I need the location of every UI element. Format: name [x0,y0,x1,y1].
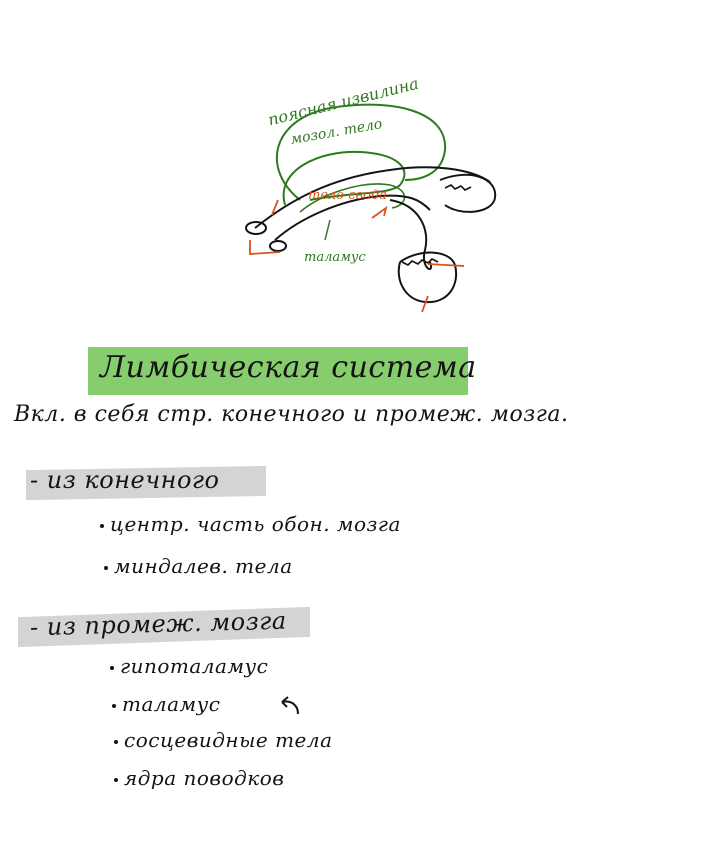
list-item-text: сосцевидные тела [124,728,333,752]
list-item-text: гипоталамус [120,654,269,678]
list-item: таламус [112,692,220,716]
list-item-text: миндалев. тела [114,554,293,578]
list-item-text: ядра поводков [124,766,285,790]
fornix-descending [389,199,433,271]
list-item: ядра поводков [114,766,284,790]
brain-sketch [245,103,497,313]
page-title: Лимбическая система [100,350,477,385]
orange-tick-3 [421,295,429,313]
bullet-dot [114,777,118,782]
hook-teeth [444,184,472,191]
intro-line: Вкл. в себя стр. конечного и промеж. моз… [14,402,569,427]
posterior-hook [439,173,497,213]
curved-arrow-icon [281,696,299,715]
bullet-dot [110,665,114,670]
list-item-text: центр. часть обон. мозга [110,512,401,536]
thalamus-pointer [324,219,331,241]
label-fornix: тело свода [308,188,387,203]
list-item: миндалев. тела [104,554,293,578]
list-item: центр. часть обон. мозга [100,512,401,536]
list-item: гипоталамус [110,654,268,678]
hippocampus-outline [397,251,458,304]
section-1-heading: - из конечного [30,466,220,494]
bullet-dot [114,739,118,744]
list-item: сосцевидные тела [114,728,333,752]
list-item-text: таламус [122,692,221,716]
bullet-dot [100,523,104,528]
orange-tick-2 [427,263,465,267]
mammillary-body [269,240,287,252]
bullet-dot [112,703,116,708]
label-thalamus: таламус [304,250,366,265]
orange-arrow [371,205,388,219]
bullet-dot [104,565,108,570]
